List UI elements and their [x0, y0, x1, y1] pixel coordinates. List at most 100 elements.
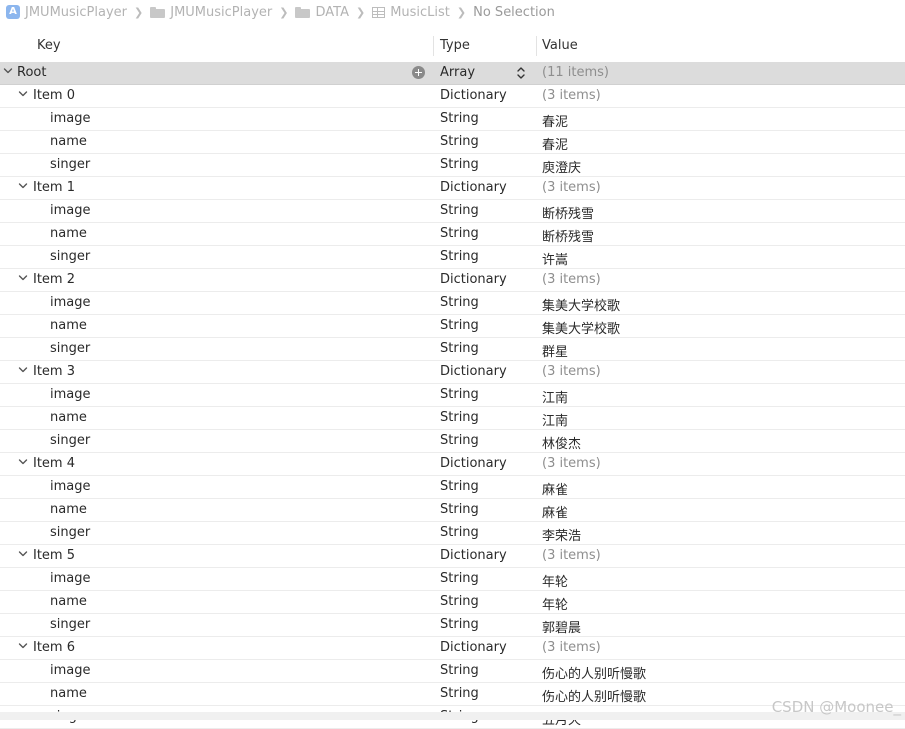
add-item-icon[interactable] — [412, 66, 425, 79]
table-row[interactable]: name String 江南 — [0, 407, 905, 430]
row-value[interactable]: 林俊杰 — [542, 433, 581, 452]
row-type[interactable]: String — [440, 410, 479, 425]
row-key[interactable]: singer — [50, 525, 90, 540]
row-type[interactable]: String — [440, 203, 479, 218]
row-value[interactable]: 春泥 — [542, 111, 568, 130]
row-key[interactable]: image — [50, 387, 91, 402]
row-value[interactable]: 江南 — [542, 410, 568, 429]
row-type[interactable]: Dictionary — [440, 272, 507, 287]
row-type[interactable]: String — [440, 663, 479, 678]
row-type[interactable]: String — [440, 295, 479, 310]
row-value[interactable]: 年轮 — [542, 594, 568, 613]
row-type[interactable]: String — [440, 318, 479, 333]
table-row[interactable]: image String 年轮 — [0, 568, 905, 591]
breadcrumb-item-selection[interactable]: No Selection — [473, 5, 555, 20]
row-type[interactable]: String — [440, 433, 479, 448]
row-type[interactable]: String — [440, 387, 479, 402]
row-key[interactable]: image — [50, 203, 91, 218]
row-value[interactable]: 群星 — [542, 341, 568, 360]
table-row[interactable]: Item 5 Dictionary (3 items) — [0, 545, 905, 568]
row-value[interactable]: (3 items) — [542, 88, 601, 103]
row-key[interactable]: name — [50, 318, 87, 333]
row-value[interactable]: 集美大学校歌 — [542, 295, 620, 314]
table-row[interactable]: singer String 林俊杰 — [0, 430, 905, 453]
table-row[interactable]: name String 集美大学校歌 — [0, 315, 905, 338]
row-type[interactable]: String — [440, 134, 479, 149]
table-row[interactable]: image String 断桥残雪 — [0, 200, 905, 223]
table-row[interactable]: image String 集美大学校歌 — [0, 292, 905, 315]
row-value[interactable]: (3 items) — [542, 456, 601, 471]
table-row[interactable]: image String 伤心的人别听慢歌 — [0, 660, 905, 683]
breadcrumb-item-file[interactable]: MusicList — [372, 5, 450, 20]
column-header-key[interactable]: Key — [37, 38, 61, 53]
row-key[interactable]: singer — [50, 617, 90, 632]
row-key[interactable]: name — [50, 410, 87, 425]
chevron-down-icon[interactable] — [18, 641, 28, 651]
table-row[interactable]: image String 麻雀 — [0, 476, 905, 499]
table-row[interactable]: name String 断桥残雪 — [0, 223, 905, 246]
row-key[interactable]: Item 5 — [33, 548, 75, 563]
row-key[interactable]: Item 3 — [33, 364, 75, 379]
table-row[interactable]: singer String 群星 — [0, 338, 905, 361]
row-key[interactable]: Item 6 — [33, 640, 75, 655]
row-type[interactable]: Dictionary — [440, 456, 507, 471]
table-row[interactable]: Item 6 Dictionary (3 items) — [0, 637, 905, 660]
type-stepper-icon[interactable] — [516, 65, 526, 81]
row-type[interactable]: Array — [440, 65, 475, 80]
table-row[interactable]: singer String 郭碧晨 — [0, 614, 905, 637]
chevron-down-icon[interactable] — [18, 365, 28, 375]
row-type[interactable]: Dictionary — [440, 640, 507, 655]
table-row[interactable]: name String 年轮 — [0, 591, 905, 614]
row-value[interactable]: 伤心的人别听慢歌 — [542, 686, 646, 705]
row-key[interactable]: Item 1 — [33, 180, 75, 195]
table-row[interactable]: Item 3 Dictionary (3 items) — [0, 361, 905, 384]
row-value[interactable]: 断桥残雪 — [542, 203, 594, 222]
row-key[interactable]: image — [50, 111, 91, 126]
row-value[interactable]: 庾澄庆 — [542, 157, 581, 176]
row-value[interactable]: 许嵩 — [542, 249, 568, 268]
row-type[interactable]: String — [440, 249, 479, 264]
chevron-down-icon[interactable] — [3, 66, 13, 76]
row-key[interactable]: singer — [50, 341, 90, 356]
table-row[interactable]: Item 4 Dictionary (3 items) — [0, 453, 905, 476]
row-key[interactable]: image — [50, 479, 91, 494]
column-header-type[interactable]: Type — [440, 38, 470, 53]
row-value[interactable]: 伤心的人别听慢歌 — [542, 663, 646, 682]
row-type[interactable]: String — [440, 502, 479, 517]
row-key[interactable]: singer — [50, 249, 90, 264]
table-row[interactable]: image String 江南 — [0, 384, 905, 407]
row-key[interactable]: singer — [50, 433, 90, 448]
row-type[interactable]: String — [440, 226, 479, 241]
column-divider[interactable] — [536, 36, 537, 56]
row-type[interactable]: String — [440, 525, 479, 540]
row-type[interactable]: Dictionary — [440, 88, 507, 103]
row-type[interactable]: String — [440, 686, 479, 701]
row-type[interactable]: String — [440, 111, 479, 126]
row-key[interactable]: name — [50, 686, 87, 701]
row-key[interactable]: image — [50, 571, 91, 586]
table-row[interactable]: Item 2 Dictionary (3 items) — [0, 269, 905, 292]
table-row[interactable]: Item 0 Dictionary (3 items) — [0, 85, 905, 108]
row-value[interactable]: (3 items) — [542, 640, 601, 655]
table-row[interactable]: name String 春泥 — [0, 131, 905, 154]
breadcrumb-item-group[interactable]: JMUMusicPlayer — [150, 5, 272, 20]
row-key[interactable]: name — [50, 226, 87, 241]
row-value[interactable]: 麻雀 — [542, 479, 568, 498]
row-value[interactable]: 断桥残雪 — [542, 226, 594, 245]
column-divider[interactable] — [433, 36, 434, 56]
table-row[interactable]: singer String 李荣浩 — [0, 522, 905, 545]
row-key[interactable]: singer — [50, 157, 90, 172]
row-type[interactable]: String — [440, 341, 479, 356]
row-key[interactable]: image — [50, 663, 91, 678]
row-key[interactable]: Item 0 — [33, 88, 75, 103]
table-row[interactable]: Item 1 Dictionary (3 items) — [0, 177, 905, 200]
row-type[interactable]: String — [440, 157, 479, 172]
root-row[interactable]: Root Array (11 items) — [0, 62, 905, 85]
row-key[interactable]: Item 4 — [33, 456, 75, 471]
table-row[interactable]: singer String 庾澄庆 — [0, 154, 905, 177]
row-value[interactable]: (3 items) — [542, 272, 601, 287]
table-row[interactable]: singer String 许嵩 — [0, 246, 905, 269]
row-key[interactable]: Root — [17, 65, 46, 80]
chevron-down-icon[interactable] — [18, 273, 28, 283]
breadcrumb-item-project[interactable]: A JMUMusicPlayer — [6, 5, 127, 20]
